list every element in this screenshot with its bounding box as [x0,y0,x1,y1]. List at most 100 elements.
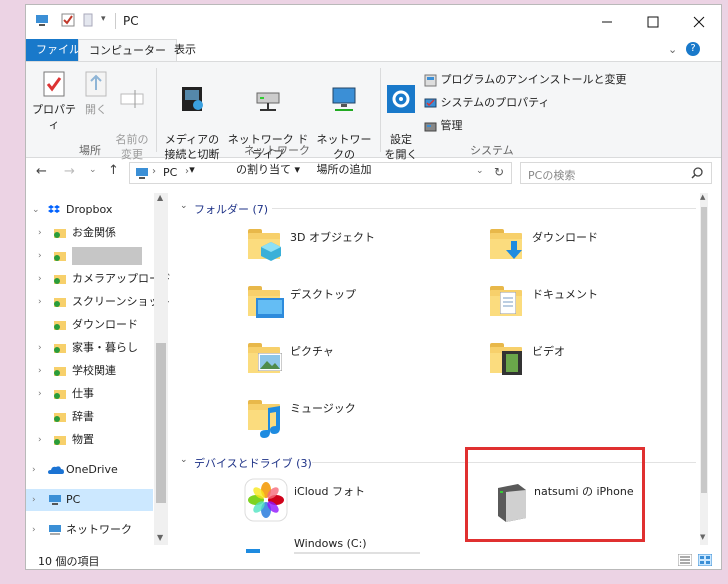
redacted-label [72,247,142,265]
large-icons-view-icon[interactable] [698,554,712,566]
nav-item-household[interactable]: › 家事・暮らし [26,337,153,359]
icloud-photos-label: iCloud フォト [294,485,365,498]
folder-desktop[interactable]: デスクトップ [244,282,444,322]
chevron-right-icon[interactable]: › [38,222,42,244]
address-bar[interactable]: › PC › ⌄ ↻ [129,162,512,184]
chevron-down-icon[interactable]: ⌄ [32,199,40,221]
chevron-right-icon[interactable]: › [32,459,36,481]
tab-computer[interactable]: コンピューター [78,39,177,61]
chevron-right-icon[interactable]: › [32,519,36,541]
folder-downloads[interactable]: ダウンロード [486,225,686,265]
recent-locations-icon[interactable]: ⌄ [89,165,97,175]
uninstall-program-button[interactable]: プログラムのアンインストールと変更 [424,71,627,87]
chevron-right-icon[interactable]: › [38,429,42,451]
windows-c-label: Windows (C:) [294,537,367,550]
details-view-icon[interactable] [678,554,692,566]
folder-icon [54,413,66,422]
open-settings-button[interactable]: 設定 を開く [384,70,418,162]
folder-icon [54,344,66,353]
folder-pictures[interactable]: ピクチャ [244,339,444,379]
pc-icon [49,495,61,505]
chevron-right-icon[interactable]: › [38,245,42,267]
close-button[interactable] [676,9,721,35]
scroll-up-icon[interactable]: ▲ [157,193,163,202]
chevron-right-icon[interactable]: › [38,291,42,313]
folder-3d-objects[interactable]: 3D オブジェクト [244,225,444,265]
folder-documents-label: ドキュメント [532,288,598,301]
chevron-right-icon[interactable]: › [38,360,42,382]
nav-item-camera-upload[interactable]: › カメラアップロード [26,268,171,290]
network-location-icon [332,87,356,111]
folder-icon [54,321,66,330]
nav-item-dropbox[interactable]: ⌄ Dropbox [26,199,153,221]
back-icon[interactable]: ← [36,164,47,179]
nav-item-pc[interactable]: › PC [26,489,153,511]
folder-icon [54,298,66,307]
maximize-button[interactable] [630,9,676,35]
system-properties-button[interactable]: システムのプロパティ [424,94,550,110]
content-scrollbar-thumb[interactable] [701,207,707,493]
chevron-right-icon[interactable]: › [38,268,42,290]
folder-videos[interactable]: ビデオ [486,339,686,379]
quick-access-dropdown-icon[interactable]: ▾ [101,14,106,24]
nav-item-onedrive[interactable]: › OneDrive [26,459,153,481]
scroll-down-icon[interactable]: ▼ [700,533,705,541]
network-drive-icon [256,92,280,111]
nav-item-storage[interactable]: › 物置 [26,429,153,451]
icloud-photos-icon [244,478,288,522]
folder-icon [54,252,66,261]
tab-view[interactable]: 表示 [164,39,206,61]
nav-item-money[interactable]: › お金関係 [26,222,153,244]
properties-button[interactable]: プロパティ [30,70,78,132]
folders-group-header[interactable]: フォルダー (7) [194,201,268,217]
open-button[interactable]: 開く [80,70,112,117]
nav-item-dictionary[interactable]: 辞書 [26,406,153,428]
up-icon[interactable]: ↑ [108,163,119,178]
title-bar: ▾ PC [26,5,721,37]
nav-item-school[interactable]: › 学校関連 [26,360,153,382]
address-dropdown-icon[interactable]: ⌄ [476,166,484,176]
nav-scrollbar-thumb[interactable] [156,343,166,503]
manage-button[interactable]: 管理 [424,117,463,133]
chevron-right-icon[interactable]: › [38,337,42,359]
nav-item-redacted[interactable]: › [26,245,153,267]
folder-icon [54,229,66,238]
group-divider [272,208,696,209]
scroll-up-icon[interactable]: ▲ [700,193,705,201]
expand-ribbon-icon[interactable]: ⌄ [668,43,677,56]
forward-icon[interactable]: → [64,164,75,179]
properties-checkmark-icon[interactable] [61,13,75,27]
highlight-box [465,447,645,542]
chevron-right-icon[interactable]: › [38,383,42,405]
new-folder-icon[interactable] [81,13,95,27]
folder-documents[interactable]: ドキュメント [486,282,686,322]
minimize-button[interactable] [584,9,630,35]
nav-scrollbar[interactable]: ▲ ▼ [154,193,168,545]
chevron-right-icon[interactable]: › [32,489,36,511]
nav-item-download[interactable]: ダウンロード [26,314,153,336]
search-icon[interactable] [691,167,703,179]
onedrive-icon [48,466,64,474]
device-icloud-photos[interactable]: iCloud フォト [244,478,444,526]
nav-item-work[interactable]: › 仕事 [26,383,153,405]
nav-item-screenshot[interactable]: › スクリーンショット [26,291,170,313]
devices-group-header[interactable]: デバイスとドライブ (3) [194,455,312,471]
help-icon[interactable]: ? [686,42,700,56]
rename-icon [120,90,144,108]
folder-pictures-icon [248,343,282,373]
refresh-icon[interactable]: ↻ [494,165,504,179]
rename-button[interactable]: 名前の 変更 [112,70,152,162]
breadcrumb-chevron-icon[interactable]: › [185,166,189,177]
scroll-down-icon[interactable]: ▼ [157,533,163,542]
folder-icon [54,367,66,376]
open-icon [85,71,107,97]
content-scrollbar[interactable]: ▲ ▼ [700,193,708,545]
collapse-devices-icon[interactable]: ⌄ [180,455,188,465]
nav-item-network[interactable]: › ネットワーク [26,519,153,541]
navigation-pane: ⌄ Dropbox › お金関係 › › カメラアップロード › スクリーンショ… [26,193,171,545]
search-box[interactable]: PCの検索 [520,162,712,184]
folder-music[interactable]: ミュージック [244,396,444,440]
search-input[interactable]: PCの検索 [528,167,575,183]
breadcrumb-pc[interactable]: PC [163,166,177,179]
collapse-folders-icon[interactable]: ⌄ [180,201,188,211]
